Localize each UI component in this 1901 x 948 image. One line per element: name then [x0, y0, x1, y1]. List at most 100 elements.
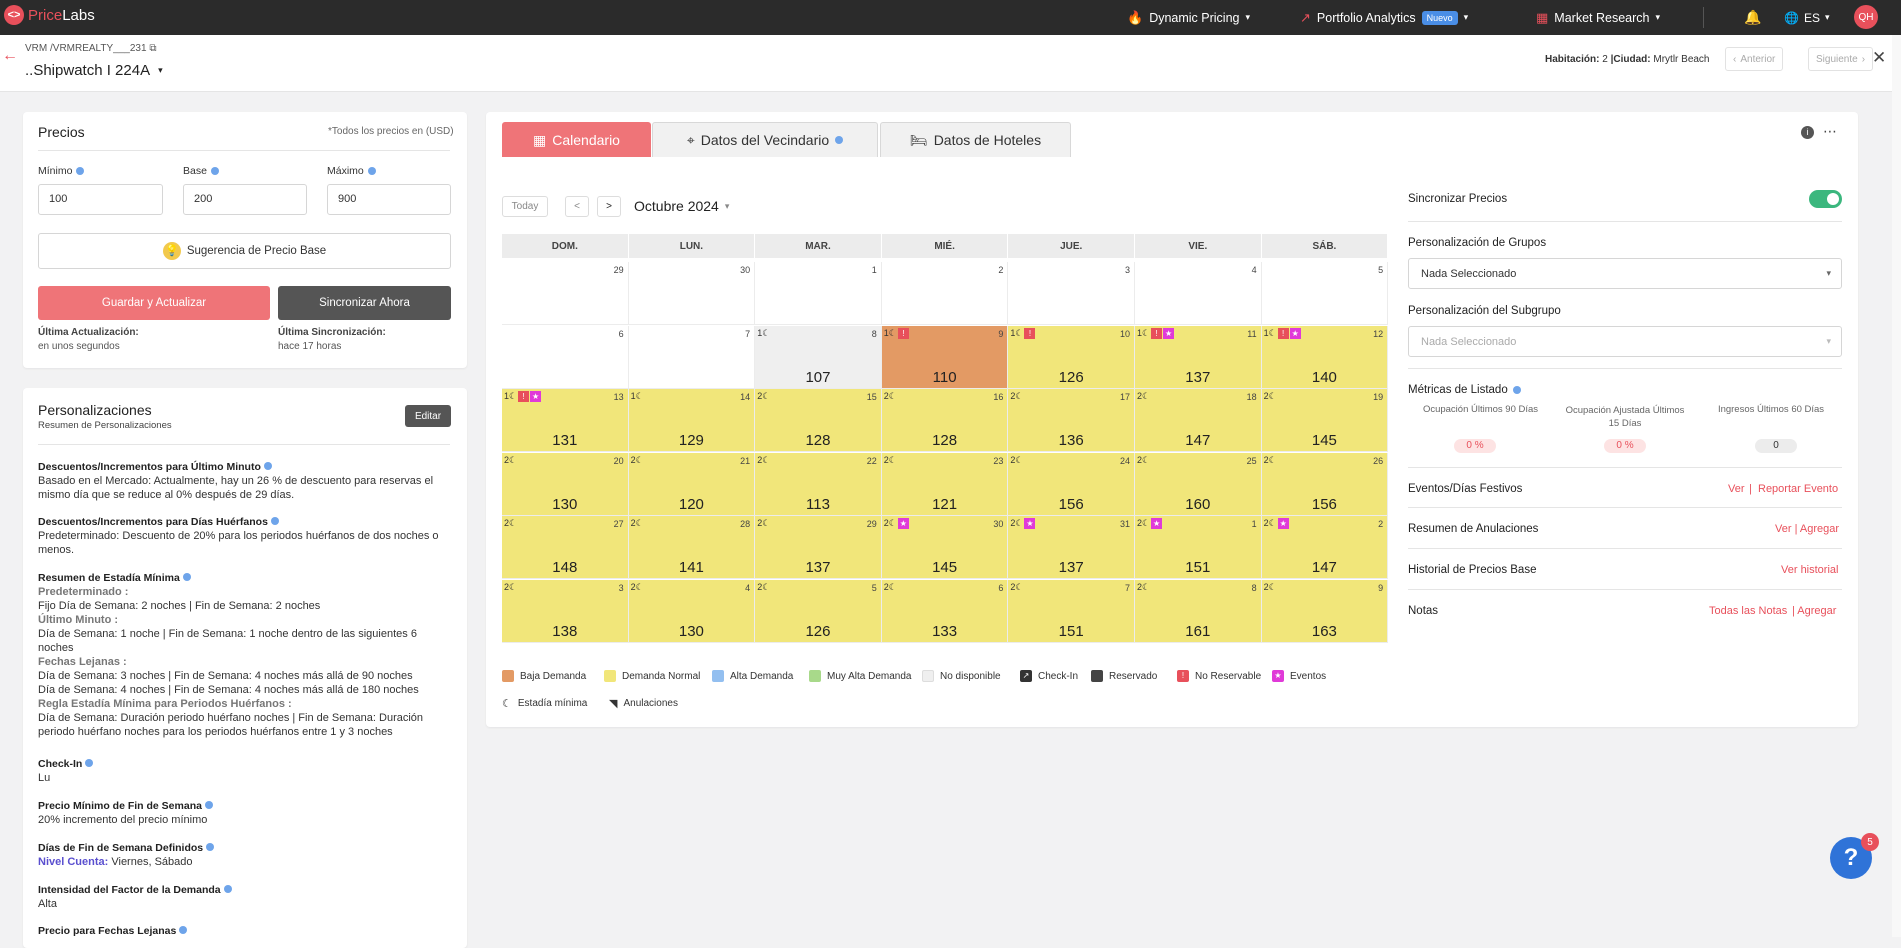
calendar-day-cell[interactable]: 26 2☾ 156 — [1261, 452, 1389, 516]
calendar-day-cell[interactable]: 1 2☾ ★ 151 — [1135, 516, 1262, 579]
calendar-day-cell[interactable]: 8 2☾ 161 — [1135, 579, 1262, 643]
cancellations-links[interactable]: Ver | Agregar — [1775, 523, 1839, 535]
info-icon[interactable] — [835, 136, 844, 144]
prev-month-button[interactable]: < — [565, 196, 589, 217]
calendar-day-cell[interactable]: 23 2☾ 121 — [881, 452, 1009, 516]
day-number: 2 — [998, 265, 1004, 275]
view-history-link[interactable]: Ver historial — [1781, 564, 1838, 576]
previous-button[interactable]: ‹ Anterior — [1725, 47, 1784, 71]
calendar-day-cell[interactable]: 21 2☾ 120 — [628, 452, 756, 516]
calendar-day-cell[interactable]: 11 1☾! ★ 137 — [1135, 325, 1262, 389]
nav-portfolio-analytics[interactable]: ↗ Portfolio Analytics Nuevo ▾ — [1300, 0, 1468, 35]
avatar[interactable]: QH — [1854, 5, 1878, 29]
info-icon[interactable] — [206, 843, 215, 851]
calendar-day-cell[interactable]: 19 2☾ 145 — [1261, 389, 1389, 452]
calendar-day-cell[interactable]: 3 — [1008, 262, 1135, 325]
next-button[interactable]: Siguiente › — [1808, 47, 1874, 71]
calendar-day-cell[interactable]: 13 1☾! ★ 131 — [502, 389, 629, 452]
info-icon[interactable] — [182, 573, 191, 581]
add-note-link[interactable]: | Agregar — [1792, 605, 1836, 617]
info-icon[interactable]: i — [1801, 126, 1814, 139]
report-event-link[interactable]: Reportar Evento — [1758, 483, 1838, 495]
calendar-day-cell[interactable]: 24 2☾ 156 — [1008, 452, 1135, 516]
calendar-day-cell[interactable]: 2 — [881, 262, 1009, 325]
save-and-update-button[interactable]: Guardar y Actualizar — [38, 286, 270, 320]
calendar-day-cell[interactable]: 5 — [1261, 262, 1389, 325]
calendar-day-cell[interactable]: 4 — [1135, 262, 1262, 325]
info-icon[interactable] — [1512, 386, 1521, 394]
sync-prices-toggle[interactable] — [1809, 190, 1842, 208]
sync-now-button[interactable]: Sincronizar Ahora — [278, 286, 451, 320]
calendar-day-cell[interactable]: 10 1☾! 126 — [1008, 325, 1135, 389]
calendar-day-cell[interactable]: 31 2☾ ★ 137 — [1008, 516, 1135, 579]
pricelabs-logo[interactable]: <> PriceLabs — [4, 5, 95, 25]
info-icon[interactable] — [205, 801, 214, 809]
info-icon[interactable] — [270, 517, 279, 525]
min-stay-moon-icon: 2☾ — [1137, 391, 1151, 401]
calendar-day-cell[interactable]: 25 2☾ 160 — [1135, 452, 1262, 516]
min-price-input[interactable]: 100 — [38, 184, 163, 215]
calendar-day-cell[interactable]: 29 — [502, 262, 629, 325]
events-view-link[interactable]: Ver — [1728, 483, 1745, 495]
calendar-day-cell[interactable]: 29 2☾ 137 — [755, 516, 882, 579]
calendar-day-cell[interactable]: 18 2☾ 147 — [1135, 389, 1262, 452]
calendar-day-cell[interactable]: 2 2☾ ★ 147 — [1261, 516, 1389, 579]
min-stay-moon-icon: 2☾ — [1010, 391, 1024, 401]
info-icon[interactable] — [85, 759, 94, 767]
calendar-day-cell[interactable]: 5 2☾ 126 — [755, 579, 882, 643]
calendar-day-cell[interactable]: 7 2☾ 151 — [1008, 579, 1135, 643]
calendar-day-cell[interactable]: 3 2☾ 138 — [502, 579, 629, 643]
tab-neighborhood-data[interactable]: ⌖ Datos del Vecindario — [652, 122, 878, 157]
bell-icon[interactable]: 🔔 — [1744, 9, 1761, 26]
calendar-day-cell[interactable]: 14 1☾ 129 — [628, 389, 756, 452]
more-options-icon[interactable]: ⋯ — [1823, 123, 1837, 140]
group-customization-select[interactable]: Nada Seleccionado ▾ — [1408, 258, 1842, 289]
orphan-rule-label: Regla Estadía Mínima para Periodos Huérf… — [38, 698, 292, 710]
calendar-day-cell[interactable]: 1 — [755, 262, 882, 325]
next-month-button[interactable]: > — [597, 196, 621, 217]
calendar-day-cell[interactable]: 4 2☾ 130 — [628, 579, 756, 643]
calendar-day-cell[interactable]: 17 2☾ 136 — [1008, 389, 1135, 452]
nav-dynamic-pricing[interactable]: 🔥 Dynamic Pricing ▾ — [1127, 0, 1250, 35]
calendar-day-cell[interactable]: 20 2☾ 130 — [502, 452, 629, 516]
page-scrollbar[interactable] — [1892, 35, 1901, 937]
calendar-day-cell[interactable]: 8 1☾ 107 — [755, 325, 882, 389]
listing-selector[interactable]: ..Shipwatch I 224A ▾ — [25, 62, 163, 79]
calendar-day-cell[interactable]: 16 2☾ 128 — [881, 389, 1009, 452]
month-selector[interactable]: Octubre 2024 ▾ — [634, 198, 729, 214]
info-icon[interactable] — [179, 926, 188, 934]
nav-market-research[interactable]: ▦ Market Research ▾ — [1536, 0, 1660, 35]
edit-button[interactable]: Editar — [405, 405, 451, 427]
calendar-day-cell[interactable]: 15 2☾ 128 — [755, 389, 882, 452]
max-price-input[interactable]: 900 — [327, 184, 451, 215]
calendar-day-cell[interactable]: 22 2☾ 113 — [755, 452, 882, 516]
tab-calendar[interactable]: ▦ Calendario — [502, 122, 651, 157]
base-price-input[interactable]: 200 — [183, 184, 307, 215]
metric-value-badge: 0 % — [1604, 439, 1646, 453]
breadcrumb[interactable]: VRM /VRMREALTY___231 ⧉ — [25, 43, 156, 54]
info-icon[interactable] — [223, 885, 232, 893]
close-icon[interactable]: ✕ — [1872, 48, 1886, 68]
info-icon[interactable] — [263, 462, 272, 470]
calendar-day-cell[interactable]: 6 2☾ 133 — [881, 579, 1009, 643]
calendar-day-cell[interactable]: 9 2☾ 163 — [1261, 579, 1389, 643]
language-selector[interactable]: 🌐 ES ▾ — [1784, 0, 1830, 35]
today-button[interactable]: Today — [502, 196, 548, 217]
subgroup-customization-select[interactable]: Nada Seleccionado ▾ — [1408, 326, 1842, 357]
tab-hotel-data[interactable]: 🛏 Datos de Hoteles — [880, 122, 1071, 157]
back-arrow-icon[interactable]: ← — [2, 47, 18, 65]
calendar-day-cell[interactable]: 12 1☾! ★ 140 — [1261, 325, 1389, 389]
calendar-day-cell[interactable]: 9 1☾! 110 — [881, 325, 1009, 389]
calendar-day-cell[interactable]: 30 — [628, 262, 756, 325]
calendar-day-cell[interactable]: 28 2☾ 141 — [628, 516, 756, 579]
calendar-day-cell[interactable]: 6 — [502, 325, 629, 389]
calendar-day-cell[interactable]: 7 — [628, 325, 756, 389]
info-icon[interactable] — [76, 167, 85, 175]
select-value: Nada Seleccionado — [1421, 268, 1517, 280]
calendar-day-cell[interactable]: 30 2☾ ★ 145 — [881, 516, 1009, 579]
info-icon[interactable] — [210, 167, 219, 175]
calendar-day-cell[interactable]: 27 2☾ 148 — [502, 516, 629, 579]
all-notes-link[interactable]: Todas las Notas — [1709, 605, 1787, 617]
info-icon[interactable] — [367, 167, 376, 175]
base-price-suggestion-button[interactable]: 💡 Sugerencia de Precio Base — [38, 233, 451, 269]
